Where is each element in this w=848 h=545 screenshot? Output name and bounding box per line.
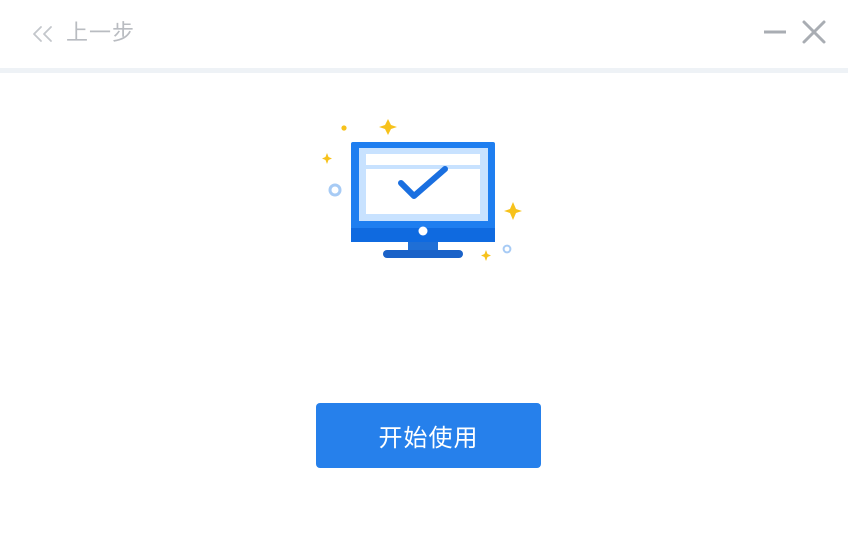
header-divider	[0, 68, 848, 73]
dot-icon	[341, 125, 347, 131]
ring-icon	[502, 244, 512, 254]
minimize-icon	[764, 30, 786, 34]
ring-icon	[328, 183, 342, 197]
sparkle-icon	[379, 119, 397, 135]
minimize-button[interactable]	[761, 18, 789, 46]
double-chevron-left-icon	[30, 24, 56, 44]
sparkle-icon	[322, 153, 332, 164]
monitor-check-icon	[322, 119, 522, 261]
close-button[interactable]	[800, 18, 828, 46]
back-label: 上一步	[66, 21, 136, 46]
sparkle-icon	[481, 250, 491, 261]
monitor-check-illustration	[318, 112, 528, 267]
start-button[interactable]: 开始使用	[316, 403, 541, 468]
sparkle-icon	[504, 202, 522, 220]
close-icon	[802, 20, 826, 44]
title-bar: 上一步	[0, 0, 848, 68]
back-button[interactable]: 上一步	[30, 17, 135, 51]
app-window: 上一步 开始使用	[0, 0, 848, 545]
